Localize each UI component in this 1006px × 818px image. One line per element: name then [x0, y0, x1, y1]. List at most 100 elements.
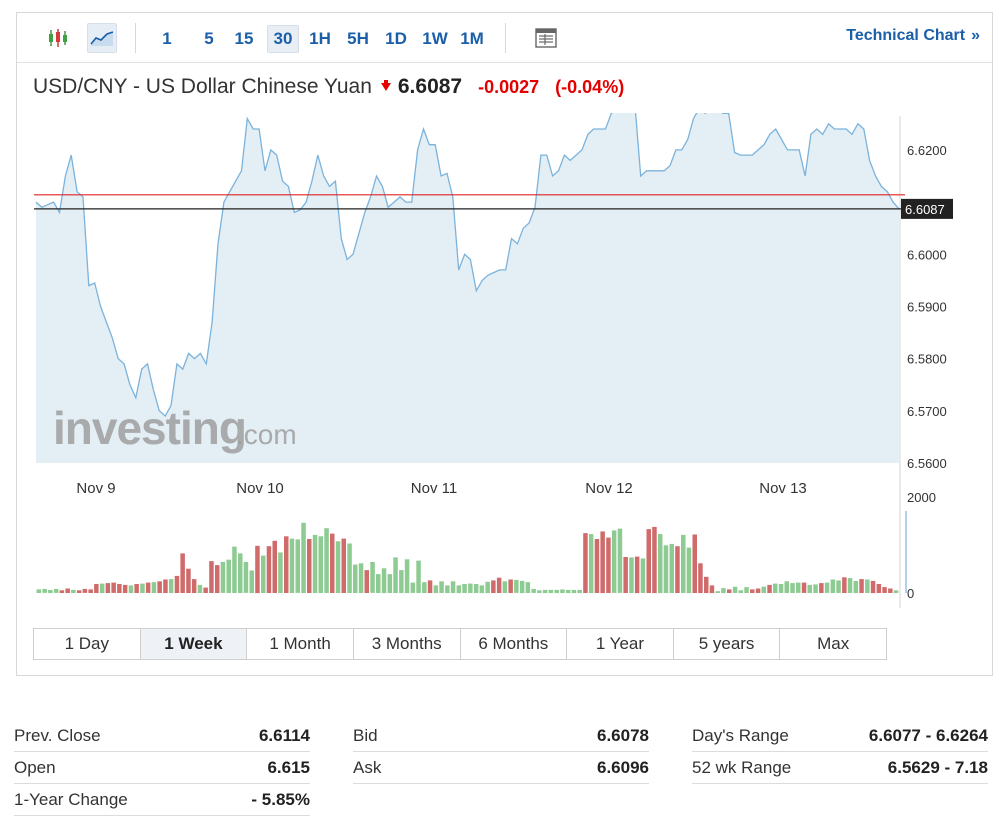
volume-bar	[76, 590, 82, 593]
volume-bar	[318, 536, 323, 593]
timeframe-30[interactable]: 30	[267, 25, 299, 53]
volume-bar	[140, 583, 145, 593]
stat-value: 6.6077 - 6.6264	[868, 725, 988, 745]
volume-bar	[865, 579, 870, 593]
volume-bar	[813, 584, 818, 593]
y-tick-label: 6.5900	[907, 300, 947, 315]
volume-bar	[554, 589, 559, 594]
volume-bar	[508, 579, 513, 593]
volume-bar	[732, 586, 738, 593]
volume-bar	[117, 584, 122, 593]
volume-bar	[801, 582, 807, 593]
volume-bar	[180, 553, 185, 593]
volume-bar	[893, 590, 899, 593]
volume-bar	[537, 590, 542, 593]
stat-value: 6.6114	[258, 725, 310, 745]
volume-bar	[312, 534, 318, 593]
range-tab-3-months[interactable]: 3 Months	[354, 629, 461, 659]
data-table-icon[interactable]	[531, 23, 561, 53]
volume-bar	[174, 575, 180, 593]
range-tab-1-year[interactable]: 1 Year	[567, 629, 674, 659]
price-chart[interactable]: investing.com 6.6200 6.6000 6.5900 6.5800 6.…	[17, 113, 992, 621]
volume-bar	[790, 583, 795, 593]
volume-bar	[168, 579, 174, 593]
volume-bar	[376, 574, 381, 593]
volume-bar	[847, 578, 853, 593]
stat-row: Day's Range 6.6077 - 6.6264	[692, 720, 988, 752]
timeframe-1w[interactable]: 1W	[419, 25, 451, 53]
area-chart-icon[interactable]	[87, 23, 117, 53]
volume-bar	[266, 546, 272, 593]
volume-bar	[128, 585, 134, 594]
technical-chart-link[interactable]: Technical Chart »	[846, 25, 980, 47]
range-tab-6-months[interactable]: 6 Months	[461, 629, 568, 659]
volume-bar	[330, 533, 335, 593]
x-tick-label: Nov 11	[411, 480, 457, 497]
volume-bar	[853, 580, 859, 594]
x-tick-label: Nov 12	[585, 480, 633, 497]
double-chevron-right-icon: »	[971, 27, 980, 44]
stat-row: Open 6.615	[14, 752, 310, 784]
y-tick-label: 6.5600	[907, 456, 947, 471]
volume-bar	[324, 528, 329, 593]
volume-bar	[485, 581, 490, 594]
stat-row: Prev. Close 6.6114	[14, 720, 310, 752]
volume-bar	[226, 559, 231, 593]
candlestick-chart-icon[interactable]	[43, 23, 73, 53]
volume-bar	[450, 581, 456, 593]
range-tab-max[interactable]: Max	[780, 629, 886, 659]
timeframe-15[interactable]: 15	[229, 25, 259, 53]
timeframe-5h[interactable]: 5H	[343, 25, 373, 53]
range-tab-1-month[interactable]: 1 Month	[247, 629, 354, 659]
volume-bar	[88, 589, 93, 593]
volume-bar	[134, 584, 139, 593]
stat-label: Bid	[353, 725, 378, 745]
volume-bar	[59, 590, 65, 593]
last-price: 6.6087	[397, 75, 463, 98]
volume-bar	[249, 570, 254, 593]
timeframe-5[interactable]: 5	[195, 25, 223, 53]
volume-bar	[53, 588, 59, 593]
volume-bar	[663, 545, 669, 593]
volume-bar	[215, 565, 220, 593]
volume-bar	[209, 561, 214, 593]
stats-column: Prev. Close 6.6114 Open 6.615 1-Year Change -…	[14, 720, 310, 816]
volume-bar	[755, 588, 761, 593]
volume-bar	[715, 591, 720, 593]
volume-bar	[583, 533, 588, 593]
stat-value: 6.5629 - 7.18	[887, 757, 988, 777]
volume-bar	[761, 586, 766, 593]
stat-label: Open	[14, 757, 56, 777]
volume-bar	[473, 584, 479, 593]
volume-bar	[65, 588, 70, 593]
volume-bar	[272, 540, 277, 593]
volume-bar	[479, 585, 485, 594]
volume-bar	[859, 579, 864, 593]
timeframe-1m[interactable]: 1M	[457, 25, 487, 53]
stats-column: Day's Range 6.6077 - 6.6264 52 wk Range 6.5…	[692, 720, 988, 784]
down-arrow-icon	[380, 79, 392, 91]
stat-row: 52 wk Range 6.5629 - 7.18	[692, 752, 988, 784]
volume-bar	[692, 534, 697, 593]
volume-bar	[445, 585, 450, 594]
stats-column: Bid 6.6078 Ask 6.6096	[353, 720, 649, 784]
range-tab-1-day[interactable]: 1 Day	[34, 629, 141, 659]
x-tick-label: Nov 10	[236, 480, 284, 497]
volume-bar	[709, 585, 715, 594]
volume-bar	[71, 589, 76, 594]
toolbar-divider	[135, 23, 136, 53]
volume-bar	[289, 538, 295, 593]
timeframe-1h[interactable]: 1H	[305, 25, 335, 53]
volume-bar	[186, 568, 191, 593]
range-tab-5-years[interactable]: 5 years	[674, 629, 781, 659]
price-change-percent: (-0.04%)	[555, 77, 625, 97]
volume-bar	[468, 583, 473, 593]
stat-label: 1-Year Change	[14, 789, 128, 809]
volume-bar	[439, 581, 444, 593]
volume-bar	[261, 555, 266, 593]
timeframe-1[interactable]: 1	[153, 25, 181, 53]
volume-bar	[658, 534, 663, 594]
y-tick-label: 6.5700	[907, 404, 947, 419]
range-tab-1-week[interactable]: 1 Week	[140, 629, 248, 659]
timeframe-1d[interactable]: 1D	[381, 25, 411, 53]
